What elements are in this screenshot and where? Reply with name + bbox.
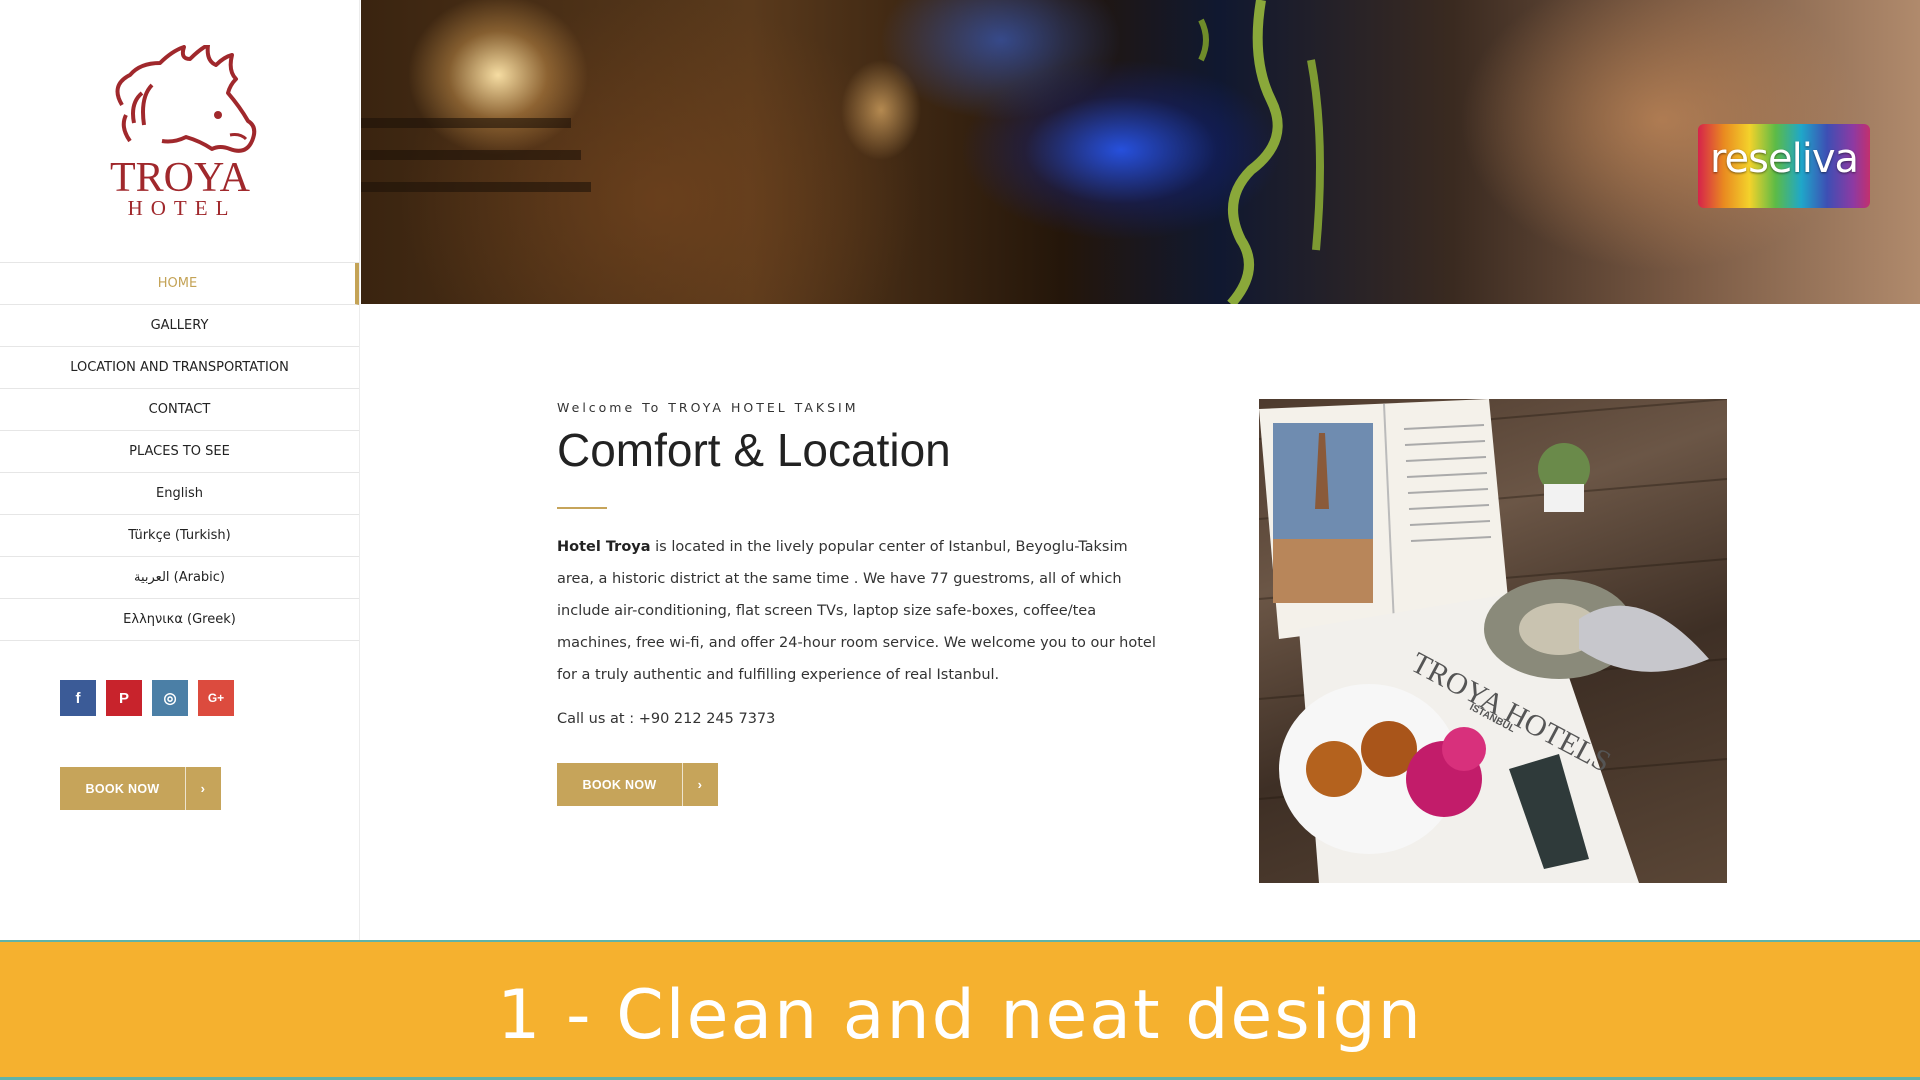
reseliva-label: reseliva (1709, 136, 1859, 182)
nav-item-arabic[interactable]: العربية (Arabic) (0, 557, 359, 599)
logo-name: TROYA (110, 155, 251, 201)
nav-item-gallery[interactable]: GALLERY (0, 305, 359, 347)
description-text: is located in the lively popular center … (557, 539, 1156, 683)
nav-item-home[interactable]: HOME (0, 263, 359, 305)
troya-hotel-logo[interactable]: TROYA HOTEL (100, 43, 260, 220)
book-now-label: BOOK NOW (557, 763, 683, 806)
chevron-right-icon: › (697, 777, 703, 792)
logo-subtitle: HOTEL (128, 196, 237, 220)
nav-item-location[interactable]: LOCATION AND TRANSPORTATION (0, 347, 359, 389)
welcome-subtitle: Welcome To TROYA HOTEL TAKSIM (557, 400, 859, 415)
nav-item-english[interactable]: English (0, 473, 359, 515)
hero-image: reseliva (361, 0, 1920, 304)
welcome-section: Welcome To TROYA HOTEL TAKSIM Comfort & … (557, 400, 1167, 806)
coffee-table-illustration: TROYA HOTELS ISTANBUL (1259, 399, 1727, 883)
banner-text: 1 - Clean and neat design (497, 976, 1423, 1055)
chevron-right-icon: › (200, 781, 206, 796)
nav-item-turkish[interactable]: Türkçe (Turkish) (0, 515, 359, 557)
sidebar: TROYA HOTEL HOME GALLERY LOCATION AND TR… (0, 0, 360, 940)
title-divider (557, 507, 607, 509)
hotel-name: Hotel Troya (557, 539, 651, 555)
google-plus-icon[interactable]: G+ (198, 680, 234, 716)
hotel-photo: TROYA HOTELS ISTANBUL (1259, 399, 1727, 883)
feature-banner: 1 - Clean and neat design (0, 940, 1920, 1080)
nav-item-contact[interactable]: CONTACT (0, 389, 359, 431)
reseliva-badge[interactable]: reseliva (1698, 124, 1870, 208)
page-title: Comfort & Location (557, 424, 951, 476)
hero-shelf (361, 118, 571, 128)
content-book-now-button[interactable]: BOOK NOW › (557, 763, 718, 806)
bamboo-plant-icon (1198, 0, 1324, 304)
pinterest-icon[interactable]: P (106, 680, 142, 716)
call-us-text: Call us at : +90 212 245 7373 (557, 711, 776, 727)
social-links: f P ◎ G+ (60, 680, 234, 716)
hotel-description: Hotel Troya is located in the lively pop… (557, 531, 1162, 691)
main-nav: HOME GALLERY LOCATION AND TRANSPORTATION… (0, 262, 359, 641)
facebook-icon[interactable]: f (60, 680, 96, 716)
hero-shelf (361, 182, 591, 192)
nav-item-greek[interactable]: Ελληνικα (Greek) (0, 599, 359, 641)
page: { "logo": { "name": "TROYA", "subtitle":… (0, 0, 1920, 1080)
instagram-icon[interactable]: ◎ (152, 680, 188, 716)
hero-shelf (361, 150, 581, 160)
book-now-label: BOOK NOW (60, 767, 186, 810)
sidebar-book-now-button[interactable]: BOOK NOW › (60, 767, 221, 810)
nav-item-places[interactable]: PLACES TO SEE (0, 431, 359, 473)
horse-head-icon: TROYA HOTEL (110, 43, 257, 220)
